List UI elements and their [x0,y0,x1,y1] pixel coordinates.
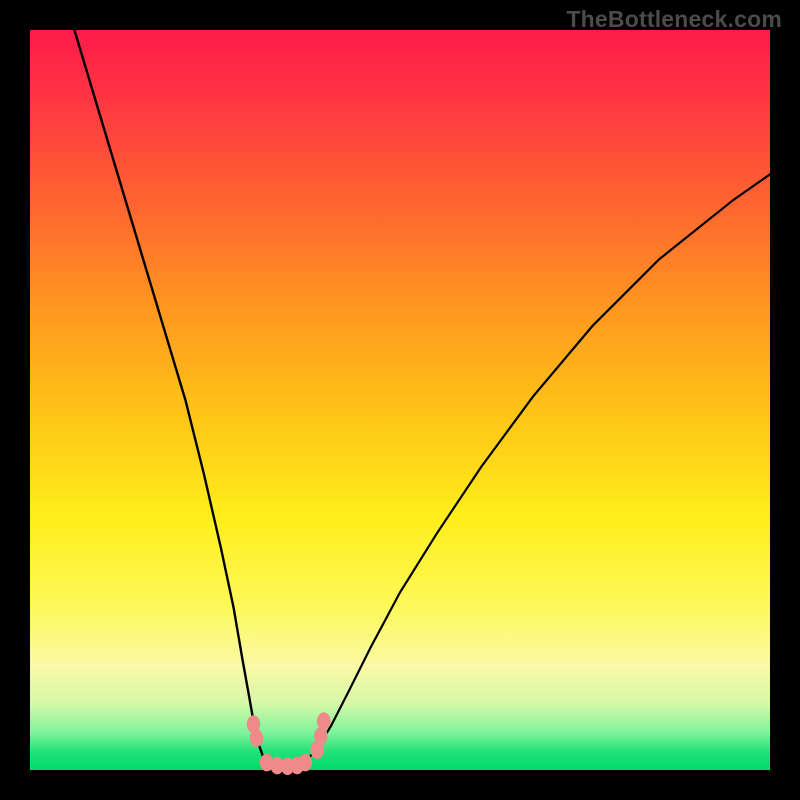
markers-layer [30,30,770,770]
scatter-markers [247,712,331,775]
scatter-marker [250,729,264,747]
scatter-marker [314,727,328,745]
chart-frame: TheBottleneck.com [0,0,800,800]
scatter-marker [317,712,331,730]
watermark-text: TheBottleneck.com [566,6,782,33]
scatter-marker [298,754,312,772]
